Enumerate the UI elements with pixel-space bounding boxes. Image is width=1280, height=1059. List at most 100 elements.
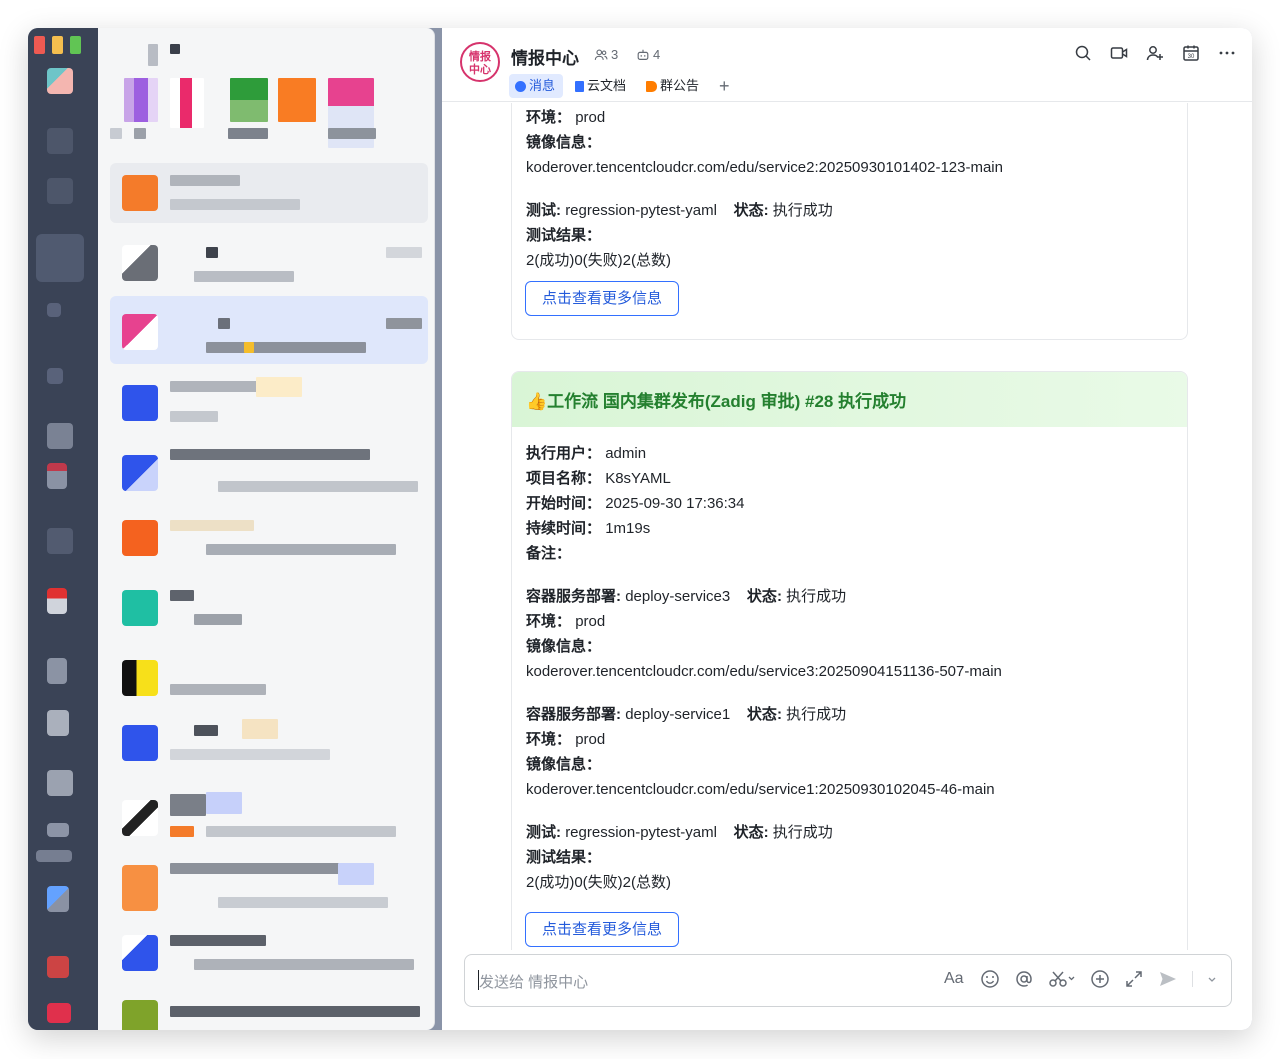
chat-list-item[interactable]	[110, 443, 428, 503]
chat-preview-emoji	[244, 342, 254, 353]
pinned-app-icon[interactable]	[278, 78, 316, 122]
pinned-app-icon[interactable]	[170, 78, 204, 128]
chat-list-item[interactable]	[110, 163, 428, 223]
start-time-row: 开始时间： 2025-09-30 17:36:34	[526, 495, 745, 512]
tab-cloud-docs[interactable]: 云文档	[569, 74, 634, 98]
bot-count[interactable]: 4	[636, 47, 660, 62]
chat-list-item-active[interactable]	[110, 296, 428, 364]
chat-list-item[interactable]	[110, 713, 428, 773]
emoji-icon[interactable]	[980, 969, 1000, 989]
rail-item-icon[interactable]	[47, 128, 73, 154]
composer-tools: Aa	[944, 969, 1217, 989]
pinned-label	[134, 128, 146, 139]
add-member-icon[interactable]	[1146, 44, 1164, 62]
chat-list-item[interactable]	[110, 508, 428, 568]
view-more-button[interactable]: 点击查看更多信息	[525, 281, 679, 316]
chat-name	[170, 794, 206, 816]
rail-item-icon[interactable]	[47, 770, 73, 796]
tab-announcement[interactable]: 群公告	[640, 74, 707, 98]
close-window-button[interactable]	[34, 36, 45, 54]
pinned-label	[228, 128, 268, 139]
chat-list-item[interactable]	[110, 853, 428, 913]
avatar	[122, 385, 158, 421]
calendar-icon[interactable]: 30	[1182, 44, 1200, 62]
test-result-value: 2(成功)0(失败)2(总数)	[526, 252, 671, 269]
more-icon[interactable]	[1218, 44, 1236, 62]
rail-item-icon[interactable]	[47, 303, 61, 317]
rail-item-icon[interactable]	[47, 710, 69, 736]
rail-item-messages-icon[interactable]	[36, 234, 84, 282]
deploy-row: 容器服务部署: deploy-service1 状态: 执行成功	[526, 706, 847, 723]
chat-list-item[interactable]	[110, 373, 428, 433]
expand-icon[interactable]	[1124, 969, 1144, 989]
chat-name	[170, 449, 370, 460]
chevron-down-icon[interactable]	[1207, 969, 1217, 989]
pinned-app-icon[interactable]	[124, 78, 158, 122]
chat-list-item[interactable]	[110, 923, 428, 983]
card-title: 👍工作流 国内集群发布(Zadig 审批) #28 执行成功	[512, 372, 1187, 427]
avatar	[122, 245, 158, 281]
user-row: 执行用户： admin	[526, 445, 647, 462]
rail-item-icon[interactable]	[47, 368, 63, 384]
chat-tag	[242, 719, 278, 739]
rail-item-icon[interactable]	[47, 588, 67, 614]
test-result-label: 测试结果：	[526, 227, 602, 244]
chat-preview	[170, 199, 300, 210]
rail-item-icon[interactable]	[47, 463, 67, 489]
minimize-window-button[interactable]	[52, 36, 63, 54]
rail-item-icon[interactable]	[47, 528, 73, 554]
chat-list-item[interactable]	[110, 578, 428, 638]
chat-name	[194, 725, 218, 736]
image-label: 镜像信息：	[526, 638, 602, 655]
message-input[interactable]: 发送给 情报中心	[479, 971, 588, 992]
rail-item-icon[interactable]	[47, 823, 69, 837]
video-call-icon[interactable]	[1110, 44, 1128, 62]
pinned-icon[interactable]	[148, 44, 158, 66]
mention-icon[interactable]	[1014, 969, 1034, 989]
avatar	[122, 935, 158, 971]
chat-preview	[206, 342, 366, 353]
avatar	[122, 865, 158, 911]
group-avatar[interactable]: 情报 中心	[460, 42, 500, 82]
member-count[interactable]: 3	[594, 47, 618, 62]
chat-list-item[interactable]	[110, 788, 428, 848]
add-attachment-icon[interactable]	[1090, 969, 1110, 989]
chat-preview	[218, 481, 418, 492]
chat-tabs: 消息 云文档 群公告 +	[509, 74, 730, 98]
maximize-window-button[interactable]	[70, 36, 81, 54]
test-row: 测试: regression-pytest-yaml 状态: 执行成功	[526, 824, 833, 841]
chat-list	[98, 28, 435, 1030]
rail-item-icon[interactable]	[36, 850, 72, 862]
rail-avatar-icon[interactable]	[47, 68, 73, 94]
view-more-button[interactable]: 点击查看更多信息	[525, 912, 679, 947]
rail-item-icon[interactable]	[47, 178, 73, 204]
rail-item-icon[interactable]	[47, 956, 69, 978]
rail-item-icon[interactable]	[47, 423, 73, 449]
pinned-app-icon[interactable]	[230, 78, 268, 122]
pinned-icon[interactable]	[170, 44, 180, 54]
send-icon[interactable]	[1158, 969, 1178, 989]
pinned-label	[328, 128, 376, 139]
image-label: 镜像信息：	[526, 134, 602, 151]
chat-list-item[interactable]	[110, 988, 428, 1030]
rail-item-icon[interactable]	[47, 1003, 71, 1023]
rail-item-icon[interactable]	[47, 658, 67, 684]
chat-pane: 情报 中心 情报中心 3 4 消息 云文档 群公告 + 30 环境： prod …	[442, 28, 1252, 1030]
search-icon[interactable]	[1074, 44, 1092, 62]
tab-messages[interactable]: 消息	[509, 74, 564, 98]
env-row: 环境： prod	[526, 731, 606, 748]
message-composer[interactable]: 发送给 情报中心 Aa	[464, 954, 1232, 1007]
group-title[interactable]: 情报中心	[511, 44, 579, 69]
image-value: koderover.tencentcloudcr.com/edu/service…	[526, 663, 1002, 680]
rail-item-icon[interactable]	[47, 886, 69, 912]
chat-time	[386, 318, 422, 329]
screenshot-icon[interactable]	[1048, 969, 1076, 989]
message-stream[interactable]: 环境： prod 镜像信息： koderover.tencentcloudcr.…	[442, 103, 1252, 950]
chat-name	[170, 381, 260, 392]
chat-list-item[interactable]	[110, 233, 428, 293]
add-tab-icon[interactable]: +	[719, 74, 730, 98]
font-format-button[interactable]: Aa	[944, 969, 966, 989]
pinned-label	[110, 128, 122, 139]
chat-list-item[interactable]	[110, 648, 428, 708]
svg-text:30: 30	[1188, 54, 1195, 60]
